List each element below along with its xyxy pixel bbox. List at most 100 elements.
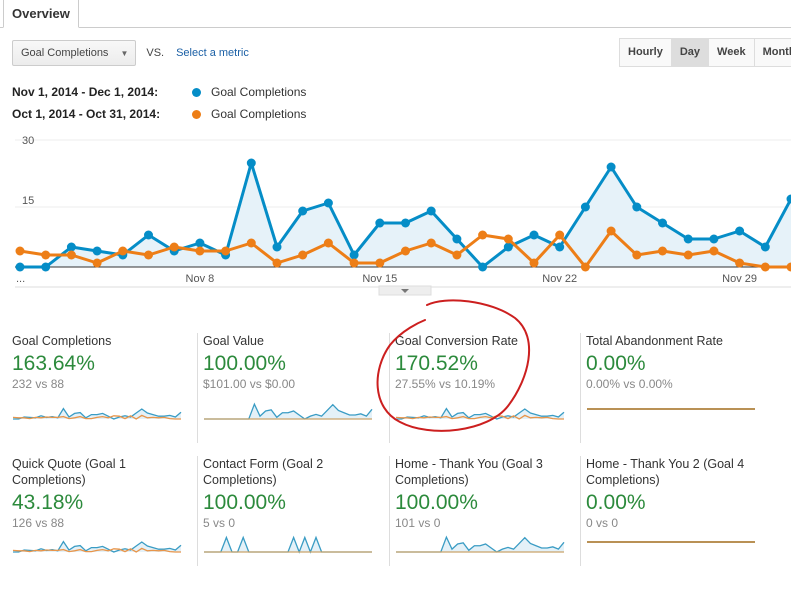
- series-previous-point[interactable]: [41, 250, 51, 260]
- series-current-point[interactable]: [452, 234, 462, 244]
- metric-dropdown[interactable]: Goal Completions ▼: [12, 40, 137, 66]
- scorecard-change: 170.52%: [395, 352, 478, 375]
- series-current-point[interactable]: [195, 238, 205, 248]
- series-current-point[interactable]: [709, 234, 719, 244]
- scorecard[interactable]: Total Abandonment Rate 0.00% 0.00% vs 0.00…: [580, 333, 766, 463]
- series-previous-point[interactable]: [709, 246, 719, 256]
- x-tick-label: Nov 15: [362, 273, 397, 285]
- granularity-day[interactable]: Day: [671, 39, 710, 66]
- series-current-point[interactable]: [349, 250, 359, 260]
- select-metric-link[interactable]: Select a metric: [176, 47, 249, 59]
- scorecard-change: 100.00%: [203, 491, 286, 514]
- scorecard[interactable]: Home - Thank You (Goal 3 Completions) 100…: [389, 456, 575, 586]
- series-current-point[interactable]: [426, 206, 436, 216]
- series-current-point[interactable]: [478, 262, 488, 272]
- series-current-point[interactable]: [323, 198, 333, 208]
- sparkline: [204, 535, 372, 554]
- series-current-point[interactable]: [144, 230, 153, 240]
- series-previous-point[interactable]: [144, 250, 153, 260]
- series-current-point[interactable]: [15, 262, 25, 272]
- series-previous-point[interactable]: [66, 250, 76, 260]
- scorecard-title: Goal Value: [203, 334, 264, 348]
- series-current-point[interactable]: [735, 226, 745, 236]
- series-current-point[interactable]: [786, 194, 791, 204]
- series-current-point[interactable]: [760, 242, 770, 252]
- scorecard-change: 163.64%: [12, 352, 95, 375]
- granularity-hourly[interactable]: Hourly: [620, 39, 672, 66]
- granularity-week[interactable]: Week: [709, 39, 755, 66]
- series-current-point[interactable]: [375, 218, 385, 228]
- series-previous-point[interactable]: [92, 258, 102, 268]
- series-previous-point[interactable]: [760, 262, 770, 272]
- card-divider: [580, 333, 581, 443]
- scorecard[interactable]: Goal Completions 163.64% 232 vs 88: [12, 333, 192, 463]
- series-current-point[interactable]: [246, 158, 256, 168]
- tab-overview[interactable]: Overview: [3, 0, 79, 28]
- scorecard-comparison: 5 vs 0: [203, 516, 236, 530]
- series-previous-point[interactable]: [221, 246, 231, 256]
- scorecard[interactable]: Contact Form (Goal 2 Completions) 100.00%…: [197, 456, 383, 586]
- scorecard[interactable]: Home - Thank You 2 (Goal 4 Completions) 0…: [580, 456, 766, 586]
- series-previous-point[interactable]: [426, 238, 436, 248]
- legend-range-current: Nov 1, 2014 - Dec 1, 2014:: [12, 85, 159, 99]
- series-previous-point[interactable]: [632, 250, 642, 260]
- scorecard-change: 0.00%: [586, 491, 646, 514]
- series-current-point[interactable]: [92, 246, 102, 256]
- series-current-point[interactable]: [683, 234, 693, 244]
- series-previous-point[interactable]: [452, 250, 462, 260]
- series-current-point[interactable]: [632, 202, 642, 212]
- legend-dot-orange-icon: [192, 110, 201, 119]
- series-previous-point[interactable]: [246, 238, 256, 248]
- sparkline: [12, 407, 182, 420]
- series-previous-point[interactable]: [298, 250, 308, 260]
- series-current-point[interactable]: [529, 230, 539, 240]
- scorecard-comparison: 101 vs 0: [395, 516, 441, 530]
- series-current-point[interactable]: [66, 242, 76, 252]
- scorecard-title: Contact Form (Goal 2 Completions): [203, 457, 324, 487]
- series-current-point[interactable]: [658, 218, 667, 228]
- sparkline: [396, 535, 565, 553]
- series-current-point[interactable]: [298, 206, 308, 216]
- scorecard-comparison: 0 vs 0: [586, 516, 619, 530]
- scorecard-comparison: 126 vs 88: [12, 516, 65, 530]
- scorecard-change: 0.00%: [586, 352, 646, 375]
- series-previous-point[interactable]: [195, 246, 205, 256]
- scorecard[interactable]: Goal Conversion Rate 170.52% 27.55% vs 10.…: [389, 333, 575, 463]
- series-previous-point[interactable]: [401, 246, 410, 256]
- card-divider: [389, 456, 390, 566]
- series-current-point[interactable]: [555, 242, 565, 252]
- series-previous-point[interactable]: [580, 262, 590, 272]
- series-previous-point[interactable]: [658, 246, 667, 256]
- y-tick-label: 30: [22, 135, 34, 147]
- series-current-point[interactable]: [606, 162, 616, 172]
- granularity-month[interactable]: Month: [754, 39, 791, 66]
- series-previous-point[interactable]: [118, 246, 128, 256]
- series-previous-point[interactable]: [272, 258, 282, 268]
- series-previous-point[interactable]: [478, 230, 488, 240]
- series-previous-point[interactable]: [349, 258, 359, 268]
- series-current-point[interactable]: [41, 262, 51, 272]
- series-previous-point[interactable]: [555, 230, 565, 240]
- scorecard-title: Home - Thank You 2 (Goal 4 Completions): [586, 457, 745, 487]
- metric-dropdown-label: Goal Completions: [21, 47, 109, 59]
- series-previous-point[interactable]: [503, 234, 513, 244]
- series-previous-point[interactable]: [735, 258, 745, 268]
- series-previous-point[interactable]: [323, 238, 333, 248]
- x-tick-label: Nov 22: [542, 273, 577, 285]
- series-previous-point[interactable]: [169, 242, 179, 252]
- scorecard-comparison: 0.00% vs 0.00%: [586, 377, 673, 391]
- series-previous-point[interactable]: [15, 246, 25, 256]
- series-current-point[interactable]: [272, 242, 282, 252]
- series-current-point[interactable]: [401, 218, 410, 228]
- sparkline-current-area: [396, 537, 564, 552]
- line-chart: 30 15... Nov 8 Nov 15 Nov 22 Nov 29: [15, 135, 791, 296]
- series-previous-point[interactable]: [529, 258, 539, 268]
- series-previous-point[interactable]: [606, 226, 616, 236]
- sparkline: [12, 540, 182, 553]
- series-previous-point[interactable]: [375, 258, 385, 268]
- vs-label: VS.: [146, 47, 165, 59]
- series-previous-point[interactable]: [683, 250, 693, 260]
- scorecard[interactable]: Goal Value 100.00% $101.00 vs $0.00: [197, 333, 383, 463]
- series-current-point[interactable]: [580, 202, 590, 212]
- scorecard[interactable]: Quick Quote (Goal 1 Completions) 43.18% 12…: [12, 456, 192, 586]
